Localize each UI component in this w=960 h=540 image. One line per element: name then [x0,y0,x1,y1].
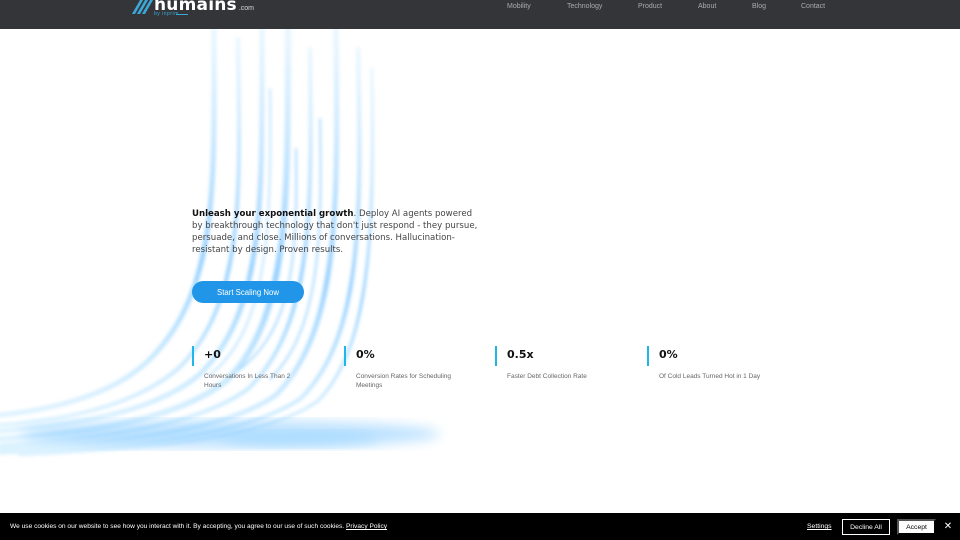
close-icon[interactable]: ✕ [943,520,953,534]
stat-accent-bar [647,346,649,366]
nav-product[interactable]: Product [638,3,662,10]
logo-mark-icon [131,0,154,15]
cookie-banner: We use cookies on our website to see how… [0,513,960,540]
accept-button[interactable]: Accept [897,519,936,535]
decline-all-button[interactable]: Decline All [842,519,890,535]
stat-label: Conversion Rates for Scheduling Meetings [356,373,452,389]
stat-accent-bar [495,346,497,366]
stat-value: 0% [659,348,678,361]
privacy-policy-link[interactable]: Privacy Policy [346,523,387,530]
start-scaling-button[interactable]: Start Scaling Now [192,281,304,303]
stat-value: 0.5x [507,348,534,361]
stat-label: Of Cold Leads Turned Hot in 1 Day [659,373,761,380]
hero-headline: Unleash your exponential growth [192,209,354,219]
stat-label: Faster Debt Collection Rate [507,373,587,380]
site-header: humains .com by inprim Mobility Technolo… [0,0,960,29]
logo-domain: .com [238,5,255,12]
stat-label: Conversations In Less Than 2 Hours [204,373,291,389]
brand-logo[interactable]: humains .com by inprim [131,0,255,24]
stat-accent-bar [192,346,194,366]
nav-technology[interactable]: Technology [567,3,602,10]
cookie-settings-link[interactable]: Settings [807,523,832,530]
cookie-message: We use cookies on our website to see how… [10,523,387,530]
nav-about[interactable]: About [698,3,716,10]
hero-light-streaks [0,29,440,457]
nav-mobility[interactable]: Mobility [507,3,531,10]
logo-underline [176,14,188,15]
stat-value: +0 [204,348,221,361]
stat-value: 0% [356,348,375,361]
nav-contact[interactable]: Contact [801,3,825,10]
hero-description: Unleash your exponential growth. Deploy … [192,208,482,256]
nav-blog[interactable]: Blog [752,3,766,10]
stat-accent-bar [344,346,346,366]
cookie-text: We use cookies on our website to see how… [10,523,345,530]
